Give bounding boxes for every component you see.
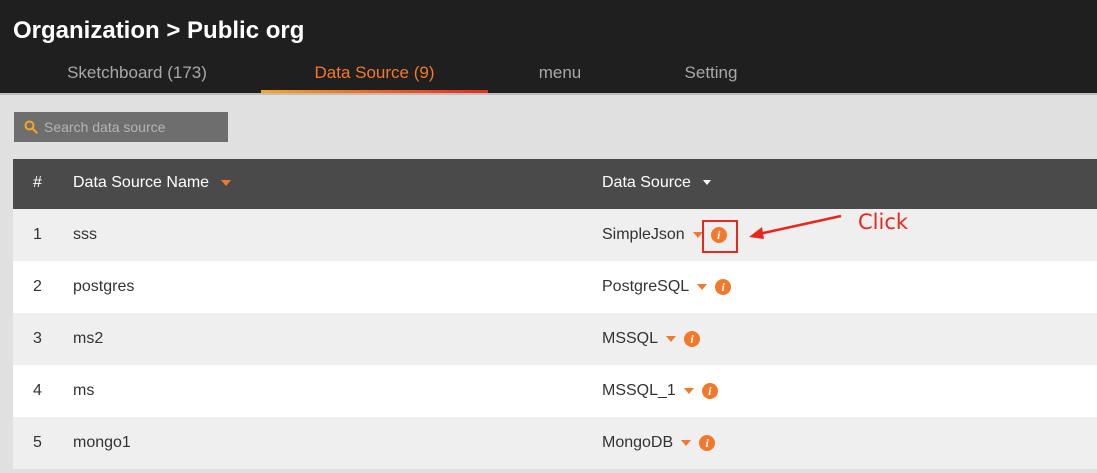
data-source-type: PostgreSQL i	[602, 261, 732, 313]
data-source-name[interactable]: postgres	[73, 261, 134, 313]
top-header: Organization > Public org Sketchboard (1…	[0, 0, 1097, 93]
page-title: Organization > Public org	[13, 17, 305, 44]
search-icon	[24, 120, 38, 134]
column-header-name[interactable]: Data Source Name	[73, 159, 232, 209]
data-source-type-label: MSSQL_1	[602, 382, 676, 399]
data-source-type: MongoDB i	[602, 417, 716, 469]
row-number: 2	[33, 278, 42, 295]
column-header-source[interactable]: Data Source	[602, 159, 711, 209]
header-divider	[0, 93, 1097, 95]
tab-setting[interactable]: Setting	[650, 62, 772, 93]
tab-menu[interactable]: menu	[510, 62, 610, 93]
caret-down-icon[interactable]	[683, 388, 694, 394]
data-source-name[interactable]: mongo1	[73, 417, 131, 469]
data-source-type-label: PostgreSQL	[602, 278, 690, 295]
data-source-name[interactable]: sss	[73, 209, 97, 261]
column-header-source-label: Data Source	[602, 174, 691, 191]
tab-data-source[interactable]: Data Source (9)	[261, 62, 488, 93]
row-number: 4	[33, 382, 42, 399]
info-icon[interactable]: i	[684, 331, 701, 347]
info-icon[interactable]: i	[715, 279, 732, 295]
column-header-name-label: Data Source Name	[73, 174, 210, 191]
data-source-type-label: MSSQL	[602, 330, 659, 347]
data-source-type: MSSQL_1 i	[602, 365, 718, 417]
row-number: 3	[33, 330, 42, 347]
data-source-table: # Data Source Name Data Source 1 sss Sim…	[13, 159, 1097, 469]
annotation-arrow-icon	[749, 214, 842, 239]
table-row: 4 ms MSSQL_1 i	[13, 365, 1097, 417]
caret-down-icon[interactable]	[681, 440, 692, 446]
column-header-number: #	[33, 174, 42, 191]
caret-down-icon[interactable]	[702, 180, 711, 186]
table-header: # Data Source Name Data Source	[13, 159, 1097, 209]
data-source-type: MSSQL i	[602, 313, 701, 365]
info-icon[interactable]: i	[699, 435, 716, 451]
tab-sketchboard[interactable]: Sketchboard (173)	[38, 62, 236, 93]
caret-down-icon[interactable]	[697, 284, 708, 290]
row-number: 1	[33, 226, 42, 243]
sort-caret-down-icon[interactable]	[221, 179, 232, 186]
table-row: 1 sss SimpleJson i	[13, 209, 1097, 261]
data-source-name[interactable]: ms2	[73, 313, 103, 365]
annotation-highlight-box	[702, 220, 738, 253]
caret-down-icon[interactable]	[666, 336, 677, 342]
row-number: 5	[33, 434, 42, 451]
annotation-label: Click	[858, 210, 909, 234]
data-source-name[interactable]: ms	[73, 365, 94, 417]
search-box[interactable]	[14, 112, 228, 142]
table-row: 2 postgres PostgreSQL i	[13, 261, 1097, 313]
data-source-type-label: SimpleJson	[602, 226, 685, 243]
table-row: 3 ms2 MSSQL i	[13, 313, 1097, 365]
data-source-type-label: MongoDB	[602, 434, 674, 451]
info-icon[interactable]: i	[701, 383, 718, 399]
table-row: 5 mongo1 MongoDB i	[13, 417, 1097, 469]
search-input[interactable]	[44, 112, 224, 142]
